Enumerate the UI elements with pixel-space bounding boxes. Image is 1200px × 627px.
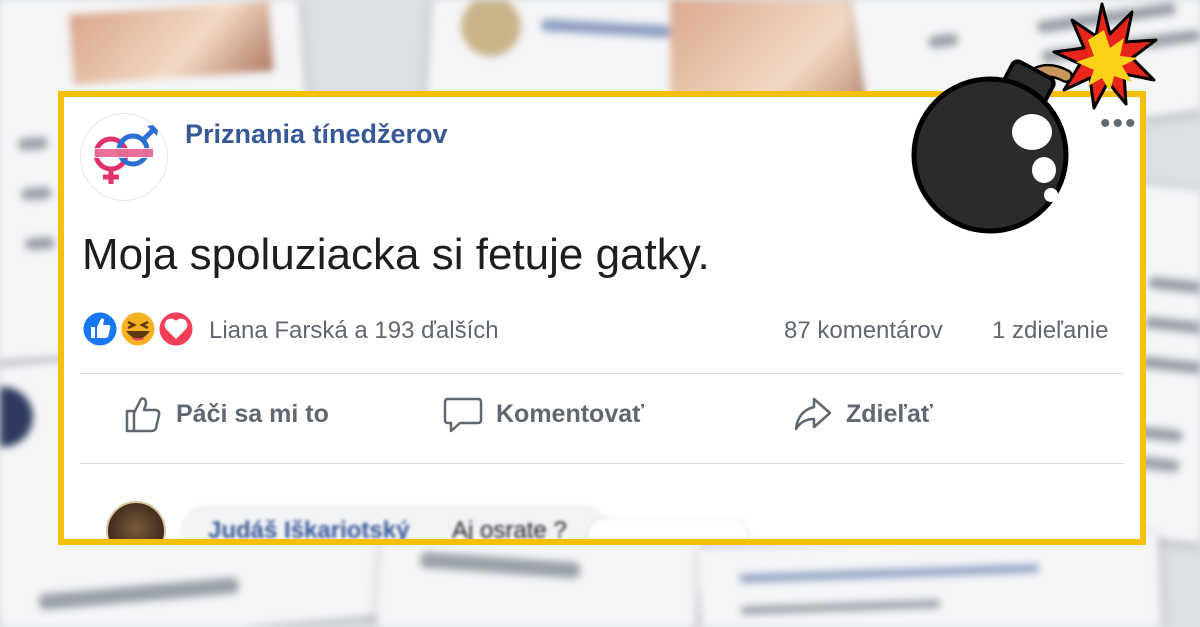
thumbs-up-icon <box>125 397 161 433</box>
background-post <box>698 532 1162 627</box>
love-icon <box>156 309 196 349</box>
share-button-label: Zdieľať <box>846 399 933 428</box>
shares-count[interactable]: 1 zdieľanie <box>992 317 1108 345</box>
explosion-spark-icon <box>1052 2 1158 110</box>
comment-button-label: Komentovať <box>496 399 645 428</box>
comment-reactions-badge[interactable] <box>588 519 748 539</box>
divider <box>80 463 1124 464</box>
comment-text: Aj osrate ? <box>452 517 567 544</box>
comments-count[interactable]: 87 komentárov <box>784 317 943 345</box>
comment-author[interactable]: Judáš Iškariotský <box>208 517 409 539</box>
reactions-summary[interactable] <box>80 309 200 349</box>
share-arrow-icon <box>794 397 832 431</box>
reaction-names[interactable]: Liana Farská a 193 ďalších <box>209 317 499 345</box>
comment-preview: Judáš Iškariotský Aj osrate ? <box>80 501 1120 544</box>
haha-icon <box>118 309 158 349</box>
like-icon <box>80 309 120 349</box>
page-logo-icon <box>93 124 159 184</box>
comment-button[interactable]: Komentovať <box>442 393 644 435</box>
post-text: Moja spoluziacka si fetuje gatky. <box>82 230 710 279</box>
page-name[interactable]: Priznania tínedžerov <box>185 119 448 150</box>
page-avatar[interactable] <box>80 113 168 201</box>
comment-icon <box>443 397 483 433</box>
commenter-avatar[interactable] <box>106 501 166 539</box>
share-button[interactable]: Zdieľať <box>792 393 933 435</box>
like-button-label: Páči sa mi to <box>176 399 329 428</box>
bomb-icon <box>911 2 1158 234</box>
divider <box>80 373 1124 374</box>
like-button[interactable]: Páči sa mi to <box>122 393 329 435</box>
